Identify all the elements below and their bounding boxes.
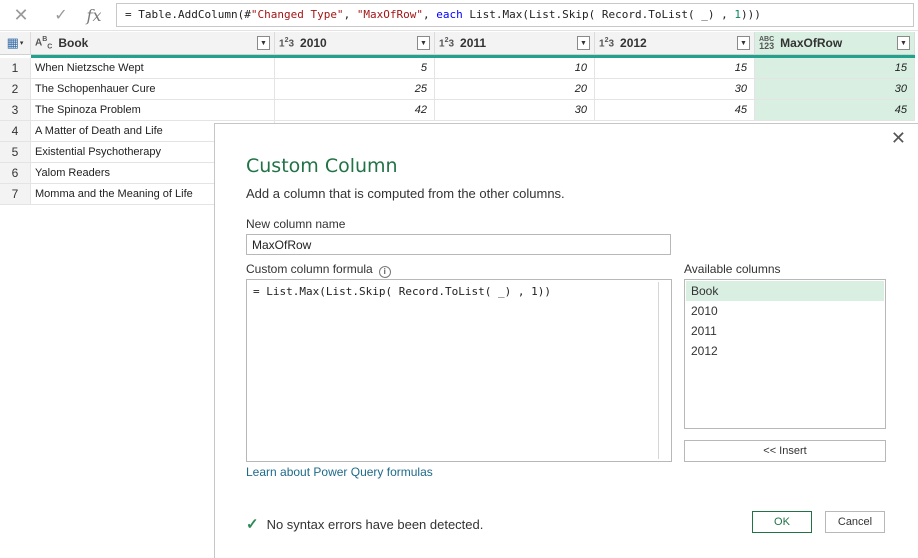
cell-maxofrow[interactable]: 45 — [755, 100, 915, 121]
cell-2012[interactable]: 15 — [595, 58, 755, 79]
column-header-label: Book — [58, 36, 89, 50]
cell-2012[interactable]: 45 — [595, 100, 755, 121]
formula-string: "Changed Type" — [250, 8, 344, 21]
cell-2011[interactable]: 10 — [435, 58, 595, 79]
ok-button[interactable]: OK — [752, 511, 812, 533]
row-number[interactable]: 3 — [0, 100, 31, 121]
formula-text: ))) — [740, 8, 761, 21]
check-icon: ✓ — [246, 516, 259, 533]
row-number[interactable]: 4 — [0, 121, 31, 142]
cell-maxofrow[interactable]: 30 — [755, 79, 915, 100]
formula-string: "MaxOfRow" — [356, 8, 424, 21]
formula-number: 1 — [734, 8, 741, 21]
formula-keyword: each — [436, 8, 463, 21]
fx-icon[interactable]: fx — [82, 4, 106, 26]
column-header-label: 2011 — [460, 36, 487, 50]
filter-dropdown-icon[interactable]: ▼ — [577, 36, 590, 50]
formula-text: , — [423, 8, 437, 21]
filter-dropdown-icon[interactable]: ▼ — [897, 36, 910, 50]
cell-2011[interactable]: 20 — [435, 79, 595, 100]
formula-text: , — [343, 8, 357, 21]
chevron-down-icon: ▾ — [19, 40, 24, 47]
filter-dropdown-icon[interactable]: ▼ — [737, 36, 750, 50]
cell-2012[interactable]: 30 — [595, 79, 755, 100]
row-number[interactable]: 6 — [0, 163, 31, 184]
formula-input[interactable]: = Table.AddColumn(#"Changed Type", "MaxO… — [116, 3, 914, 27]
cell-book[interactable]: When Nietzsche Wept — [31, 58, 275, 79]
formula-text: = List.Max(List.Skip( Record.ToList( _) … — [253, 285, 552, 298]
column-header-label: 2010 — [300, 36, 327, 50]
new-column-label: New column name — [246, 217, 346, 231]
cell-2010[interactable]: 25 — [275, 79, 435, 100]
list-item[interactable]: Book — [686, 281, 884, 301]
cell-2010[interactable]: 5 — [275, 58, 435, 79]
row-number[interactable]: 1 — [0, 58, 31, 79]
type-number-icon: 123 — [439, 36, 455, 50]
syntax-status: ✓ No syntax errors have been detected. — [246, 515, 483, 533]
type-any-icon: ABC 123 — [759, 35, 775, 51]
type-number-icon: 123 — [279, 36, 295, 50]
dialog-title: Custom Column — [246, 155, 398, 177]
formula-bar: ✕ ✓ fx = Table.AddColumn(#"Changed Type"… — [0, 0, 918, 31]
insert-button[interactable]: << Insert — [684, 440, 886, 462]
column-header-2011[interactable]: 123 2011 ▼ — [435, 32, 595, 55]
column-header-label: 2012 — [620, 36, 647, 50]
column-header-label: MaxOfRow — [780, 36, 843, 50]
row-number[interactable]: 7 — [0, 184, 31, 205]
formula-text: List.Max(List.Skip( Record.ToList( _) , — [462, 8, 735, 21]
available-columns-list[interactable]: Book 2010 2011 2012 — [684, 279, 886, 429]
learn-formulas-link[interactable]: Learn about Power Query formulas — [246, 465, 433, 479]
scrollbar[interactable] — [658, 282, 659, 459]
cell-book[interactable]: The Schopenhauer Cure — [31, 79, 275, 100]
close-icon[interactable]: ✕ — [10, 4, 32, 26]
column-header-maxofrow[interactable]: ABC 123 MaxOfRow ▼ — [755, 32, 915, 55]
dialog-subtitle: Add a column that is computed from the o… — [246, 186, 565, 201]
status-text: No syntax errors have been detected. — [266, 516, 484, 532]
cell-2010[interactable]: 42 — [275, 100, 435, 121]
close-icon[interactable]: ✕ — [891, 128, 906, 149]
table-menu-button[interactable]: ▦ ▾ — [0, 32, 31, 55]
list-item[interactable]: 2010 — [686, 301, 884, 321]
row-number[interactable]: 5 — [0, 142, 31, 163]
type-number-icon: 123 — [599, 36, 615, 50]
column-header-book[interactable]: ABC Book ▼ — [31, 32, 275, 55]
list-item[interactable]: 2011 — [686, 321, 884, 341]
check-icon[interactable]: ✓ — [50, 4, 72, 26]
column-header-2010[interactable]: 123 2010 ▼ — [275, 32, 435, 55]
cancel-button[interactable]: Cancel — [825, 511, 885, 533]
custom-column-dialog: ✕ Custom Column Add a column that is com… — [214, 123, 918, 558]
new-column-name-input[interactable]: MaxOfRow — [246, 234, 671, 255]
filter-dropdown-icon[interactable]: ▼ — [257, 36, 270, 50]
info-icon[interactable]: i — [378, 266, 391, 278]
formula-text: = Table.AddColumn(# — [125, 8, 251, 21]
available-columns-label: Available columns — [684, 262, 781, 276]
type-text-icon: ABC — [35, 35, 53, 51]
list-item[interactable]: 2012 — [686, 341, 884, 361]
column-header-2012[interactable]: 123 2012 ▼ — [595, 32, 755, 55]
cell-book[interactable]: The Spinoza Problem — [31, 100, 275, 121]
cell-2011[interactable]: 30 — [435, 100, 595, 121]
row-number[interactable]: 2 — [0, 79, 31, 100]
table-icon: ▦ — [6, 35, 19, 50]
formula-label-wrap: Custom column formula i — [246, 262, 391, 278]
formula-label: Custom column formula — [246, 262, 373, 276]
cell-maxofrow[interactable]: 15 — [755, 58, 915, 79]
custom-formula-input[interactable]: = List.Max(List.Skip( Record.ToList( _) … — [246, 279, 672, 462]
filter-dropdown-icon[interactable]: ▼ — [417, 36, 430, 50]
